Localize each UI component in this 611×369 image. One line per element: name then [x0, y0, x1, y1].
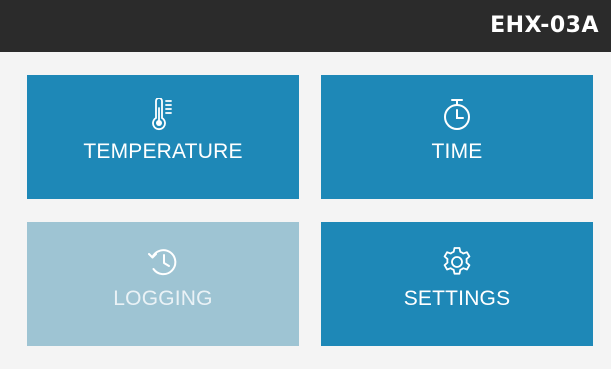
stopwatch-icon: [321, 97, 593, 133]
top-bar: EHX-03A: [0, 0, 611, 52]
temperature-button[interactable]: TEMPERATURE: [27, 75, 299, 199]
gear-icon: [321, 244, 593, 280]
time-label: TIME: [431, 140, 483, 163]
temperature-label: TEMPERATURE: [83, 140, 243, 163]
device-id: EHX-03A: [490, 13, 599, 38]
history-icon: [27, 244, 299, 280]
logging-button[interactable]: LOGGING: [27, 222, 299, 346]
thermometer-icon: [27, 97, 299, 133]
time-button[interactable]: TIME: [321, 75, 593, 199]
settings-button[interactable]: SETTINGS: [321, 222, 593, 346]
settings-label: SETTINGS: [403, 287, 511, 310]
logging-label: LOGGING: [113, 287, 213, 310]
